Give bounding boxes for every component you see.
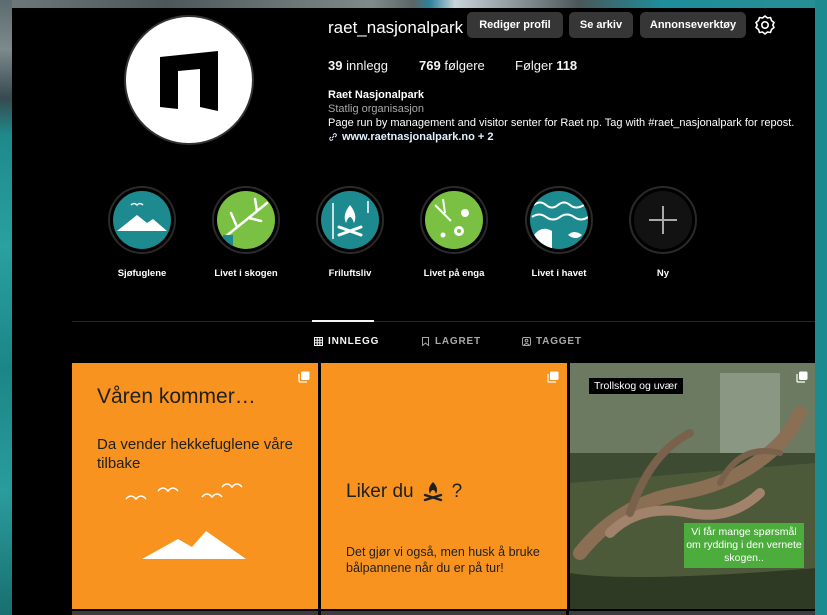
profile-avatar[interactable] (124, 15, 254, 145)
bio-link-text: www.raetnasjonalpark.no + 2 (342, 131, 494, 143)
profile-username: raet_nasjonalpark (328, 18, 464, 37)
tab-tagged[interactable]: TAGGET (522, 336, 582, 347)
tab-saved-label: LAGRET (435, 336, 481, 347)
highlight-ring (420, 186, 488, 254)
post-tile[interactable]: Trollskog og uvær Vi får mange spørsmål … (570, 363, 815, 609)
flowers-icon (425, 191, 483, 249)
desktop-background-top (0, 0, 827, 8)
highlight-ring (108, 186, 176, 254)
post-body: Da vender hekkefuglene våre tilbake (97, 436, 293, 472)
view-archive-button[interactable]: Se arkiv (569, 12, 633, 38)
campfire-icon (321, 191, 379, 249)
post-caption: Vi får mange spørsmål om rydding i den v… (684, 523, 804, 568)
following-count[interactable]: Følger 118 (515, 58, 577, 73)
highlight-ring (316, 186, 384, 254)
grid-icon (314, 337, 323, 346)
next-row-posts (72, 611, 815, 615)
plus-icon (634, 191, 692, 249)
carousel-icon (298, 371, 310, 383)
post-tile-partial[interactable] (72, 611, 318, 615)
highlight-friluftsliv[interactable]: Friluftsliv (314, 186, 386, 279)
desktop-background-left (0, 0, 12, 615)
post-body: Det gjør vi også, men husk å bruke bålpa… (346, 545, 540, 575)
highlight-ring (629, 186, 697, 254)
post-label: Trollskog og uvær (589, 378, 683, 394)
highlight-livet-pa-enga[interactable]: Livet på enga (418, 186, 490, 279)
waves-icon (530, 191, 589, 249)
highlight-label: Ny (656, 268, 670, 279)
post-tile-partial[interactable] (569, 611, 815, 615)
edit-profile-button[interactable]: Rediger profil (467, 12, 563, 38)
mountain-icon (113, 191, 171, 249)
highlight-label: Livet i havet (531, 268, 587, 279)
post-tile-partial[interactable] (320, 611, 567, 615)
highlight-livet-i-havet[interactable]: Livet i havet (523, 186, 595, 279)
followers-count-label: følgere (444, 58, 485, 73)
carousel-icon (547, 371, 559, 383)
followers-count-value: 769 (419, 58, 441, 73)
tabs-divider (72, 321, 815, 322)
bio-name: Raet Nasjonalpark (328, 89, 424, 101)
highlight-ring (525, 186, 593, 254)
highlight-ring (212, 186, 280, 254)
post-tile[interactable]: Liker du ? Det gjør vi også, men husk å … (321, 363, 567, 609)
bio-category: Statlig organisasjon (328, 103, 425, 115)
following-count-value: 118 (556, 58, 578, 73)
highlight-label: Livet i skogen (214, 268, 278, 279)
birds-mountain-icon (125, 483, 246, 559)
post-title-end: ? (451, 481, 463, 502)
ad-tools-button[interactable]: Annonseverktøy (640, 12, 746, 38)
tab-posts[interactable]: INNLEGG (314, 336, 379, 347)
post-title: Liker du ? (346, 481, 462, 503)
tagged-user-icon (522, 337, 531, 346)
forest-photo (570, 363, 815, 609)
posts-count-label: innlegg (346, 58, 389, 73)
active-tab-indicator (312, 320, 374, 322)
link-icon (329, 133, 337, 141)
bio-text: Page run by management and visitor sente… (328, 117, 795, 129)
posts-count: 39 innlegg (328, 58, 388, 73)
bookmark-icon (422, 337, 429, 346)
post-tile[interactable]: Våren kommer… Da vender hekkefuglene vår… (72, 363, 318, 609)
highlight-label: Friluftsliv (328, 268, 372, 279)
following-count-label: Følger (515, 58, 553, 73)
raet-logo-icon (160, 51, 218, 111)
carousel-icon (796, 371, 808, 383)
tab-posts-label: INNLEGG (328, 336, 380, 347)
highlight-label: Sjøfuglene (117, 268, 167, 279)
followers-count[interactable]: 769 følgere (419, 58, 485, 73)
highlight-livet-i-skogen[interactable]: Livet i skogen (210, 186, 282, 279)
instagram-profile-window: raet_nasjonalpark Rediger profil Se arki… (12, 8, 815, 615)
highlight-label: Livet på enga (423, 268, 485, 279)
posts-count-value: 39 (328, 58, 343, 73)
tab-tagged-label: TAGGET (536, 336, 582, 347)
highlight-sjofuglene[interactable]: Sjøfuglene (106, 186, 178, 279)
desktop-background-right (815, 0, 827, 615)
post-title-start: Liker du (346, 481, 414, 502)
campfire-icon (423, 482, 442, 502)
bio-link[interactable]: www.raetnasjonalpark.no + 2 (328, 131, 494, 143)
branch-icon (217, 191, 275, 249)
tab-saved[interactable]: LAGRET (421, 336, 481, 347)
post-title: Våren kommer… (97, 385, 256, 408)
highlight-new[interactable]: Ny (627, 186, 699, 279)
settings-gear-icon[interactable] (755, 15, 775, 35)
